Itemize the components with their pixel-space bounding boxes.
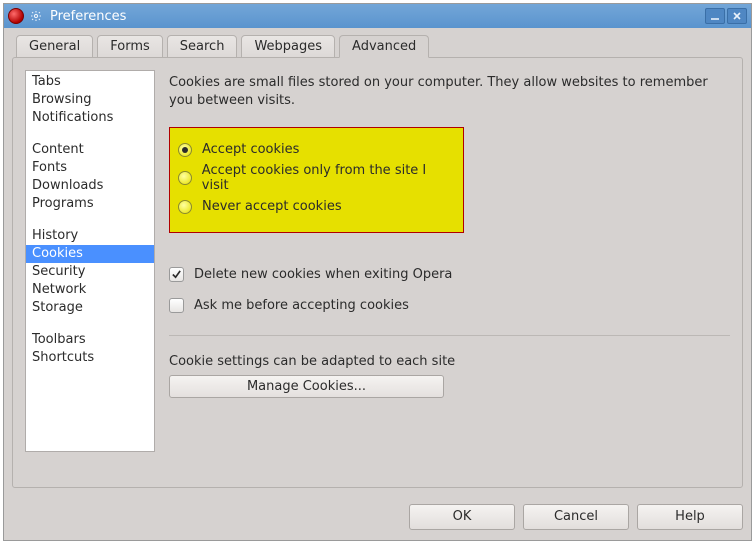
checkbox-label: Delete new cookies when exiting Opera [194,267,452,282]
titlebar: Preferences [4,4,751,28]
minimize-button[interactable] [705,8,725,24]
content-area: General Forms Search Webpages Advanced T… [4,28,751,496]
tab-label: General [29,39,80,54]
sidebar-item-fonts[interactable]: Fonts [26,159,154,177]
tab-strip: General Forms Search Webpages Advanced [12,34,743,57]
sidebar-item-notifications[interactable]: Notifications [26,109,154,127]
cookie-policy-group: Accept cookies Accept cookies only from … [169,127,464,233]
tab-label: Advanced [352,39,416,54]
gear-icon [28,8,44,24]
manage-cookies-button[interactable]: Manage Cookies... [169,375,444,398]
sidebar-item-network[interactable]: Network [26,281,154,299]
tab-general[interactable]: General [16,35,93,58]
main-panel: Cookies are small files stored on your c… [169,70,730,475]
tab-label: Webpages [254,39,322,54]
opera-icon [8,8,24,24]
window-title: Preferences [50,9,126,24]
sidebar-item-shortcuts[interactable]: Shortcuts [26,349,154,367]
sidebar-item-cookies[interactable]: Cookies [26,245,154,263]
radio-accept-cookies[interactable]: Accept cookies [178,142,453,157]
checkbox-icon [169,298,184,313]
cancel-button[interactable]: Cancel [523,504,629,530]
divider [169,335,730,336]
sidebar-item-toolbars[interactable]: Toolbars [26,331,154,349]
radio-label: Never accept cookies [202,199,342,214]
tab-panel-advanced: Tabs Browsing Notifications Content Font… [12,57,743,488]
tab-advanced[interactable]: Advanced [339,35,429,58]
radio-accept-same-site[interactable]: Accept cookies only from the site I visi… [178,163,453,193]
radio-never-accept[interactable]: Never accept cookies [178,199,453,214]
tab-label: Search [180,39,225,54]
sidebar: Tabs Browsing Notifications Content Font… [25,70,155,452]
sidebar-item-security[interactable]: Security [26,263,154,281]
tab-webpages[interactable]: Webpages [241,35,335,58]
preferences-window: Preferences General Forms Search Webpage… [3,3,752,541]
checkbox-ask-before[interactable]: Ask me before accepting cookies [169,298,730,313]
dialog-footer: OK Cancel Help [4,496,751,540]
sidebar-item-browsing[interactable]: Browsing [26,91,154,109]
sidebar-item-content[interactable]: Content [26,141,154,159]
ok-button[interactable]: OK [409,504,515,530]
checkbox-icon [169,267,184,282]
tab-label: Forms [110,39,150,54]
radio-label: Accept cookies [202,142,299,157]
sidebar-item-programs[interactable]: Programs [26,195,154,213]
per-site-label: Cookie settings can be adapted to each s… [169,354,730,369]
tab-search[interactable]: Search [167,35,238,58]
radio-icon [178,143,192,157]
checkbox-label: Ask me before accepting cookies [194,298,409,313]
tab-forms[interactable]: Forms [97,35,163,58]
help-button[interactable]: Help [637,504,743,530]
cookies-description: Cookies are small files stored on your c… [169,74,730,109]
radio-icon [178,171,192,185]
checkbox-delete-on-exit[interactable]: Delete new cookies when exiting Opera [169,267,730,282]
close-button[interactable] [727,8,747,24]
radio-label: Accept cookies only from the site I visi… [202,163,453,193]
sidebar-item-history[interactable]: History [26,227,154,245]
sidebar-item-storage[interactable]: Storage [26,299,154,317]
radio-icon [178,200,192,214]
sidebar-item-tabs[interactable]: Tabs [26,73,154,91]
sidebar-item-downloads[interactable]: Downloads [26,177,154,195]
